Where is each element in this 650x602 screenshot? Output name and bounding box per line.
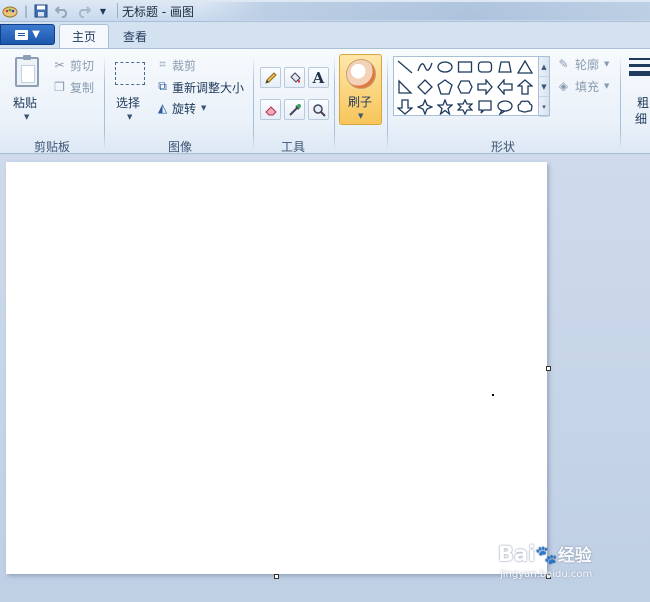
down-arrow-shape-icon[interactable] xyxy=(396,98,414,116)
polygon-shape-icon[interactable] xyxy=(496,58,514,76)
rotate-dropdown-icon[interactable]: ▼ xyxy=(201,104,206,112)
copy-button[interactable]: 复制 xyxy=(70,79,94,96)
paste-button[interactable]: 粘贴 xyxy=(13,94,37,111)
paste-icon[interactable] xyxy=(15,55,39,87)
left-arrow-shape-icon[interactable] xyxy=(496,78,514,96)
size-label-bottom[interactable]: 细 xyxy=(635,110,647,127)
resize-button[interactable]: 重新调整大小 xyxy=(172,79,244,96)
brushes-label: 刷子 xyxy=(348,95,373,109)
scroll-down-icon[interactable]: ▼ xyxy=(539,77,549,97)
image-group-label: 图像 xyxy=(167,140,192,154)
paint-app-icon[interactable] xyxy=(2,3,18,19)
window-title: 无标题 - 画图 xyxy=(122,5,194,19)
group-divider xyxy=(253,55,254,151)
paste-dropdown-icon[interactable]: ▼ xyxy=(24,113,29,121)
select-button[interactable]: 选择 xyxy=(116,94,140,111)
paint-menu-button[interactable]: ▼ xyxy=(0,24,55,45)
outline-dropdown-icon[interactable]: ▼ xyxy=(604,60,609,68)
title-separator xyxy=(117,3,118,18)
shape-fill-dropdown-icon[interactable]: ▼ xyxy=(604,82,609,90)
title-bar: | ▼ 无标题 - 画图 xyxy=(0,0,650,22)
crop-icon[interactable]: ⌗ xyxy=(155,57,170,72)
save-icon[interactable] xyxy=(33,3,49,19)
shapes-scrollbar[interactable]: ▲ ▼ ▾ xyxy=(538,56,550,117)
resize-icon[interactable]: ⧉ xyxy=(155,79,170,94)
rotate-icon[interactable]: ◭ xyxy=(155,100,170,115)
right-arrow-shape-icon[interactable] xyxy=(476,78,494,96)
chevron-down-icon: ▼ xyxy=(32,29,40,40)
hexagon-shape-icon[interactable] xyxy=(456,78,474,96)
gallery-expand-icon[interactable]: ▾ xyxy=(539,97,549,117)
tab-home[interactable]: 主页 xyxy=(59,24,110,48)
customize-toolbar-icon[interactable]: ▼ xyxy=(97,3,109,19)
right-triangle-shape-icon[interactable] xyxy=(396,78,414,96)
redo-icon[interactable] xyxy=(76,3,92,19)
oval-callout-shape-icon[interactable] xyxy=(496,98,514,116)
scroll-up-icon[interactable]: ▲ xyxy=(539,57,549,77)
watermark: Bai🐾经验 jingyan.baidu.com xyxy=(498,541,618,585)
select-rectangle-icon[interactable] xyxy=(115,62,145,85)
drawing-canvas[interactable] xyxy=(6,162,547,574)
tools-group-label: 工具 xyxy=(280,140,305,154)
watermark-logo-text: Bai🐾经验 xyxy=(498,542,592,566)
outline-button[interactable]: 轮廓 xyxy=(575,56,599,73)
four-point-star-shape-icon[interactable] xyxy=(416,98,434,116)
size-label-top[interactable]: 粗 xyxy=(637,94,649,111)
shapes-gallery xyxy=(393,56,539,116)
cloud-callout-shape-icon[interactable] xyxy=(516,98,534,116)
shape-fill-button[interactable]: 填充 xyxy=(575,78,599,95)
rounded-callout-shape-icon[interactable] xyxy=(476,98,494,116)
rounded-rectangle-shape-icon[interactable] xyxy=(476,58,494,76)
pentagon-shape-icon[interactable] xyxy=(436,78,454,96)
ribbon: 粘贴 ▼ ✂ 剪切 ❐ 复制 剪贴板 选择 ▼ ⌗ 裁剪 ⧉ 重新调整大小 ◭ … xyxy=(0,48,650,154)
curve-shape-icon[interactable] xyxy=(416,58,434,76)
rotate-button[interactable]: 旋转 xyxy=(172,100,196,117)
cut-button[interactable]: 剪切 xyxy=(70,57,94,74)
pencil-icon[interactable] xyxy=(260,67,281,88)
select-dropdown-icon[interactable]: ▼ xyxy=(127,113,132,121)
blurred-background-region xyxy=(200,2,650,20)
shapes-group-label: 形状 xyxy=(490,140,515,154)
resize-handle-bottom[interactable] xyxy=(274,574,279,579)
fill-bucket-icon[interactable] xyxy=(284,67,305,88)
oval-shape-icon[interactable] xyxy=(436,58,454,76)
rectangle-shape-icon[interactable] xyxy=(456,58,474,76)
watermark-url: jingyan.baidu.com xyxy=(500,569,593,580)
brushes-dropdown-icon: ▼ xyxy=(358,112,364,120)
scissors-icon[interactable]: ✂ xyxy=(52,57,67,72)
group-divider xyxy=(104,55,105,151)
eraser-icon[interactable] xyxy=(260,99,281,120)
canvas-pixel-dot xyxy=(492,394,494,396)
magnifier-icon[interactable] xyxy=(308,99,329,120)
brushes-button[interactable]: 刷子 ▼ xyxy=(339,54,382,125)
menu-document-icon xyxy=(15,29,29,40)
diamond-shape-icon[interactable] xyxy=(416,78,434,96)
resize-handle-right[interactable] xyxy=(546,366,551,371)
group-divider xyxy=(387,55,388,151)
qa-separator: | xyxy=(23,4,29,18)
up-arrow-shape-icon[interactable] xyxy=(516,78,534,96)
clipboard-group-label: 剪贴板 xyxy=(33,140,70,154)
outline-icon[interactable]: ✎ xyxy=(556,56,571,71)
six-point-star-shape-icon[interactable] xyxy=(456,98,474,116)
line-size-icon[interactable] xyxy=(629,58,650,86)
triangle-shape-icon[interactable] xyxy=(516,58,534,76)
line-shape-icon[interactable] xyxy=(396,58,414,76)
text-tool-icon[interactable]: A xyxy=(308,67,329,88)
color-picker-icon[interactable] xyxy=(284,99,305,120)
copy-icon[interactable]: ❐ xyxy=(52,79,67,94)
undo-icon[interactable] xyxy=(54,3,70,19)
tab-view[interactable]: 查看 xyxy=(111,24,159,48)
group-divider xyxy=(334,55,335,151)
five-point-star-shape-icon[interactable] xyxy=(436,98,454,116)
brush-icon xyxy=(346,59,376,89)
group-divider xyxy=(620,55,621,151)
shape-fill-icon[interactable]: ◈ xyxy=(556,78,571,93)
crop-button[interactable]: 裁剪 xyxy=(172,57,196,74)
